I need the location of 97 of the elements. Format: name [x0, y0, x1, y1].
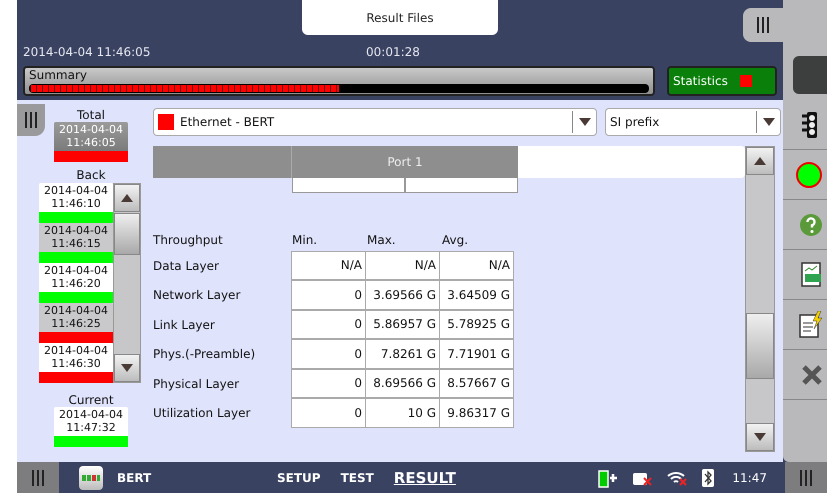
entry-date: 2014-04-04: [59, 123, 123, 136]
current-label: Current: [67, 393, 115, 407]
entry-time: 11:46:25: [51, 317, 101, 330]
back-label: Back: [75, 168, 107, 182]
column-header: Max.: [367, 233, 397, 247]
row-label: Data Layer: [153, 258, 220, 273]
report-icon: [801, 262, 823, 288]
table-cell: N/A: [291, 250, 366, 280]
scroll-down-button[interactable]: [114, 354, 140, 382]
table-cell: 3.69566 G: [365, 280, 440, 310]
history-entry[interactable]: 2014-04-04 11:46:05: [54, 122, 128, 162]
down-arrow-icon: [578, 118, 590, 126]
column-header: Min.: [292, 233, 318, 247]
table-cell: 10 G: [365, 398, 440, 428]
down-arrow-icon: [121, 364, 133, 372]
section-label: Throughput: [153, 233, 224, 247]
table-cell: N/A: [365, 250, 440, 280]
history-entry[interactable]: 2014-04-04 11:46:30: [39, 343, 113, 383]
clipboard-lightning-icon: [799, 310, 823, 338]
table-cell: N/A: [439, 250, 514, 280]
entry-date: 2014-04-04: [44, 304, 108, 317]
entry-date: 2014-04-04: [44, 344, 108, 357]
dropdown[interactable]: SI prefix: [605, 108, 781, 136]
history-entry[interactable]: 2014-04-04 11:46:25: [39, 303, 113, 343]
panel-handle[interactable]: [743, 8, 783, 42]
wifi-off-icon: [666, 470, 688, 486]
dropdown[interactable]: Ethernet - BERT: [153, 108, 597, 136]
history-entry[interactable]: 2014-04-04 11:46:15: [39, 223, 113, 263]
scroll-thumb[interactable]: [114, 213, 140, 255]
port-header: Port 1: [292, 146, 518, 178]
grip-icon: [24, 111, 38, 129]
row-label: Link Layer: [153, 318, 216, 332]
history-entry[interactable]: 2014-04-04 11:46:20: [39, 263, 113, 303]
entry-time: 11:46:15: [51, 237, 101, 250]
test-start-time: 2014-04-04 11:46:05: [23, 45, 152, 59]
statistics-button[interactable]: Statistics: [667, 66, 777, 96]
app-name: BERT: [117, 470, 152, 484]
clock: 11:47: [732, 470, 767, 484]
status-circle-icon: [795, 160, 823, 188]
row-label: Phys.(-Preamble): [153, 347, 256, 362]
table-cell: 0: [291, 339, 366, 368]
column-header: Avg.: [442, 233, 470, 247]
up-arrow-icon: [121, 194, 133, 202]
grip-icon: [799, 468, 813, 486]
help-icon: [799, 212, 823, 236]
entry-time: 11:47:32: [66, 421, 116, 434]
scroll-thumb[interactable]: [746, 313, 774, 379]
grip-icon: [756, 16, 770, 34]
entry-date: 2014-04-04: [44, 264, 108, 277]
table-cell: 3.64509 G: [439, 280, 514, 310]
entry-date: 2014-04-04: [44, 184, 108, 197]
table-cell: 0: [291, 280, 366, 310]
grip-icon: [31, 468, 45, 486]
app-icon[interactable]: [79, 466, 103, 490]
table-cell: 7.8261 G: [365, 339, 440, 368]
scroll-up-button[interactable]: [114, 184, 140, 212]
panel-handle[interactable]: [17, 462, 59, 493]
down-arrow-icon: [754, 433, 766, 441]
bluetooth-icon: [702, 468, 714, 486]
total-label: Total: [76, 108, 106, 122]
entry-date: 2014-04-04: [44, 224, 108, 237]
table-cell: 8.69566 G: [365, 368, 440, 398]
table-cell: 5.78925 G: [439, 310, 514, 339]
table-cell: 8.57667 G: [439, 368, 514, 398]
history-entry[interactable]: 2014-04-04 11:46:10: [39, 183, 113, 223]
scroll-up-button[interactable]: [746, 147, 774, 175]
scroll-down-button[interactable]: [746, 423, 774, 451]
entry-date: 2014-04-04: [59, 408, 123, 421]
battery-plug-icon: [598, 468, 618, 488]
scrollbar[interactable]: [745, 146, 775, 452]
table-cell: 5.86957 G: [365, 310, 440, 339]
up-arrow-icon: [754, 157, 766, 165]
entry-time: 11:46:10: [51, 197, 101, 210]
nav-tab[interactable]: SETUP: [277, 470, 321, 484]
close-icon: [801, 364, 823, 386]
modules-icon: [82, 474, 100, 480]
table-cell: 7.71901 G: [439, 339, 514, 368]
entry-time: 11:46:20: [51, 277, 101, 290]
panel-handle[interactable]: [17, 104, 45, 136]
table-cell: 9.86317 G: [439, 398, 514, 428]
row-label: Physical Layer: [153, 376, 240, 391]
down-arrow-icon: [762, 118, 774, 126]
scrollbar[interactable]: [113, 183, 141, 383]
elapsed-time: 00:01:28: [366, 45, 420, 59]
table-cell: 0: [291, 368, 366, 398]
nav-tab[interactable]: RESULT: [394, 468, 456, 486]
history-entry[interactable]: 2014-04-04 11:47:32: [54, 407, 128, 447]
entry-time: 11:46:30: [51, 357, 101, 370]
table-cell: 0: [291, 398, 366, 428]
entry-time: 11:46:05: [66, 136, 116, 149]
table-cell: 0: [291, 310, 366, 339]
result-files-tab[interactable]: Result Files: [302, 0, 498, 35]
nav-tab[interactable]: TEST: [340, 470, 374, 484]
panel-handle[interactable]: [785, 462, 827, 493]
row-label: Utilization Layer: [153, 406, 252, 420]
summary-label: Summary: [29, 68, 88, 82]
row-label: Network Layer: [153, 288, 242, 302]
